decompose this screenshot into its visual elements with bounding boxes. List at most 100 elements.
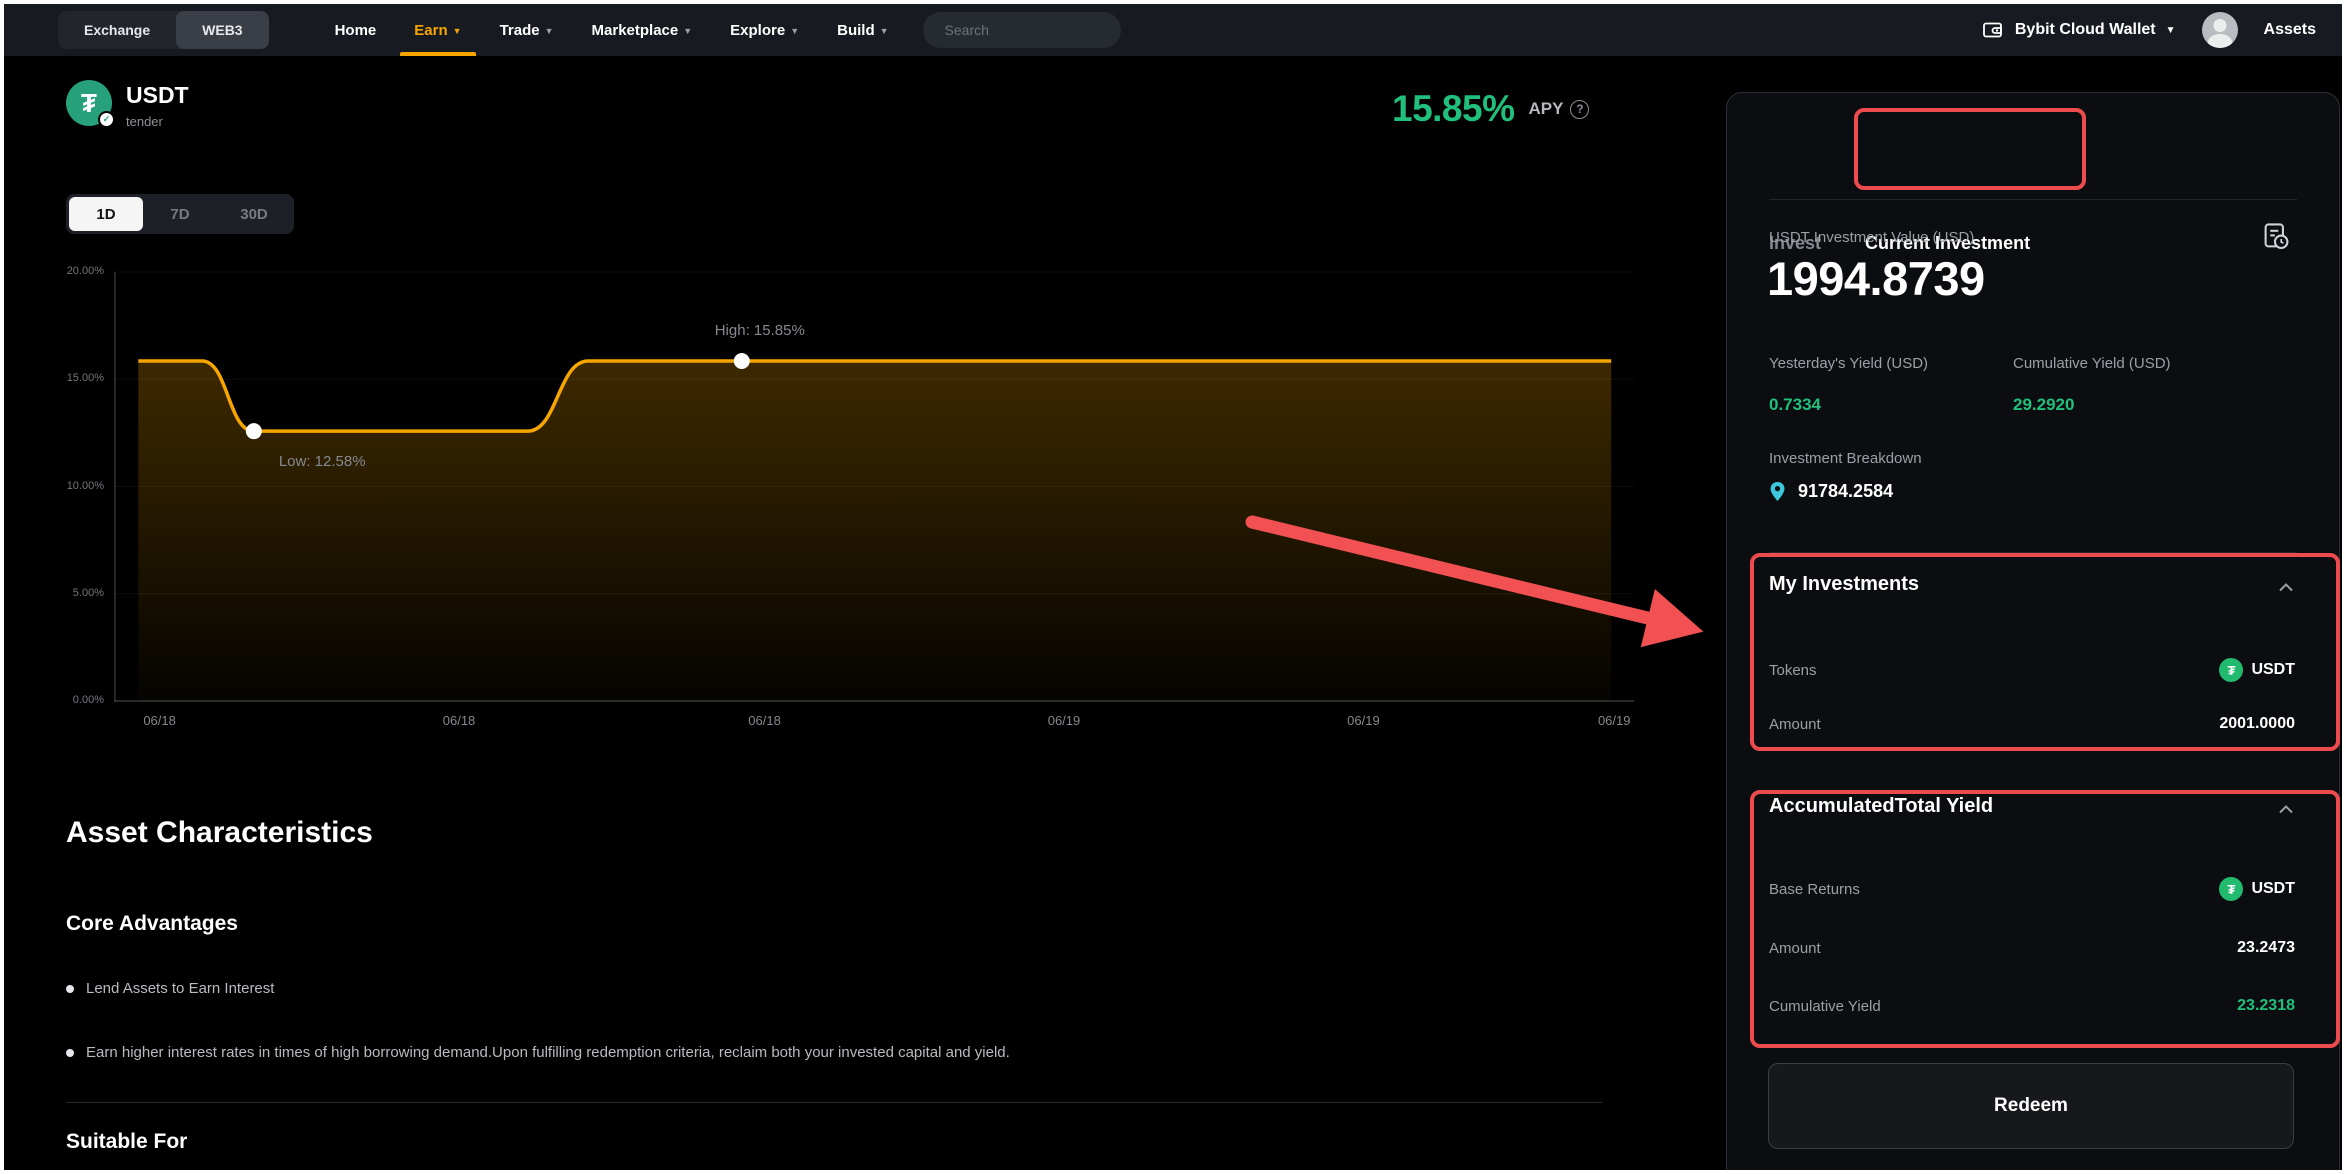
nav-item-marketplace[interactable]: Marketplace ▼ [592,4,693,56]
x-axis-tick: 06/18 [424,713,494,728]
asset-header: ₮ ✓ USDT tender [66,80,189,129]
yesterday-yield-value: 0.7334 [1769,395,1821,415]
assets-link[interactable]: Assets [2264,21,2316,39]
nav-item-label: Explore [730,22,785,39]
amount-label: Amount [1769,716,1821,733]
total-yield-header: AccumulatedTotal Yield [1769,795,2295,818]
wallet-icon [1981,18,2005,42]
breakdown-value: 91784.2584 [1798,481,1893,502]
period-tab-1d[interactable]: 1D [69,197,143,231]
bybit-web3-earn-page: Exchange WEB3 Home Earn▼ Trade▼ Marketpl… [4,4,2342,1170]
collapse-chevron-icon[interactable] [2279,579,2293,597]
tokens-row: Tokens ₮ USDT [1769,658,2295,682]
nav-item-trade[interactable]: Trade▼ [500,4,554,56]
investment-breakdown-label: Investment Breakdown [1769,450,1922,467]
active-tab-underline [400,52,475,56]
panel-divider [1769,199,2297,200]
amount-row: Amount 2001.0000 [1769,715,2295,733]
total-yield-title: AccumulatedTotal Yield [1769,795,1993,818]
tether-icon: ₮ [2219,658,2243,682]
chevron-down-icon: ▼ [683,26,692,36]
high-point-marker [734,353,750,369]
chevron-down-icon: ▼ [2166,25,2176,36]
suitable-for-title: Suitable For [66,1130,187,1154]
yield-amount-label: Amount [1769,940,1821,957]
avatar[interactable] [2202,12,2238,48]
y-axis-tick: 5.00% [16,587,104,599]
tokens-label: Tokens [1769,662,1817,679]
token-symbol: USDT [2251,880,2295,898]
x-axis-tick: 06/18 [125,713,195,728]
history-icon[interactable] [2261,221,2291,256]
asset-symbol: USDT [126,82,189,109]
chevron-down-icon: ▼ [880,26,889,36]
period-tab-7d[interactable]: 7D [143,197,217,231]
verified-badge-icon: ✓ [98,111,115,128]
nav-item-label: Earn [414,22,447,39]
cumulative-yield-label: Cumulative Yield (USD) [2013,355,2171,372]
nav-item-label: Home [335,22,377,39]
redeem-button[interactable]: Redeem [1768,1063,2294,1149]
yield-amount-row: Amount 23.2473 [1769,939,2295,957]
period-tab-30d[interactable]: 30D [217,197,291,231]
tokens-value: ₮ USDT [2219,658,2295,682]
investment-value: 1994.8739 [1767,251,1985,306]
asset-characteristics-title: Asset Characteristics [66,816,373,850]
low-point-marker [246,423,262,439]
nav-item-build[interactable]: Build ▼ [837,4,888,56]
chevron-down-icon: ▼ [790,26,799,36]
toggle-web3[interactable]: WEB3 [176,11,268,49]
apy-area-fill [138,361,1611,701]
apy-label: APY? [1529,99,1590,119]
chart-period-tabs: 1D 7D 30D [66,194,294,234]
toggle-exchange[interactable]: Exchange [58,11,176,49]
nav-item-label: Build [837,22,875,39]
investment-panel: Invest Current Investment USDT Investmen… [1726,92,2340,1170]
bullet-text: Earn higher interest rates in times of h… [86,1044,1010,1061]
bullet-dot [66,1049,74,1057]
usdt-token-icon: ₮ ✓ [66,80,112,126]
top-navbar: Exchange WEB3 Home Earn▼ Trade▼ Marketpl… [4,4,2342,56]
core-advantages-title: Core Advantages [66,912,238,936]
asset-network: tender [126,114,189,129]
yield-amount-value: 23.2473 [2237,939,2295,957]
investment-breakdown-row: 91784.2584 [1769,481,1893,502]
base-returns-label: Base Returns [1769,881,1860,898]
y-axis-tick: 15.00% [16,372,104,384]
breakdown-pin-icon [1769,481,1786,502]
apy-value: 15.85% [1392,88,1515,130]
asset-titles: USDT tender [126,80,189,129]
high-label: High: 15.85% [715,322,805,339]
y-axis-tick: 0.00% [16,694,104,706]
chevron-down-icon: ▼ [545,26,554,36]
wallet-menu[interactable]: Bybit Cloud Wallet ▼ [1981,18,2176,42]
amount-value: 2001.0000 [2219,715,2295,733]
low-label: Low: 12.58% [279,453,366,470]
bullet-text: Lend Assets to Earn Interest [86,980,274,997]
apy-text: APY [1529,99,1564,119]
base-returns-row: Base Returns ₮ USDT [1769,877,2295,901]
advantage-bullet: Lend Assets to Earn Interest [66,980,274,997]
nav-item-label: Marketplace [592,22,679,39]
y-axis-tick: 10.00% [16,480,104,492]
cumulative-yield-row: Cumulative Yield 23.2318 [1769,997,2295,1015]
wallet-label: Bybit Cloud Wallet [2015,21,2156,39]
cumulative-yield-row-label: Cumulative Yield [1769,998,1881,1015]
x-axis-tick: 06/19 [1579,713,1649,728]
my-investments-header: My Investments [1769,573,2295,596]
x-axis-tick: 06/19 [1029,713,1099,728]
nav-items: Home Earn▼ Trade▼ Marketplace▼ Explore▼ … [335,4,889,56]
nav-item-explore[interactable]: Explore ▼ [730,4,799,56]
exchange-web3-toggle: Exchange WEB3 [58,11,269,49]
nav-item-home[interactable]: Home [335,4,377,56]
x-axis-tick: 06/18 [730,713,800,728]
investment-value-label: USDT Investment Value (USD) [1769,229,1974,246]
apy-block: 15.85% APY? [1392,88,1589,130]
y-axis-tick: 20.00% [16,265,104,277]
search-box[interactable] [923,12,1121,48]
collapse-chevron-icon[interactable] [2279,801,2293,819]
x-axis-tick: 06/19 [1328,713,1398,728]
nav-item-earn[interactable]: Earn▼ [414,4,461,56]
question-circle-icon[interactable]: ? [1570,100,1589,119]
search-input[interactable] [945,22,1126,38]
